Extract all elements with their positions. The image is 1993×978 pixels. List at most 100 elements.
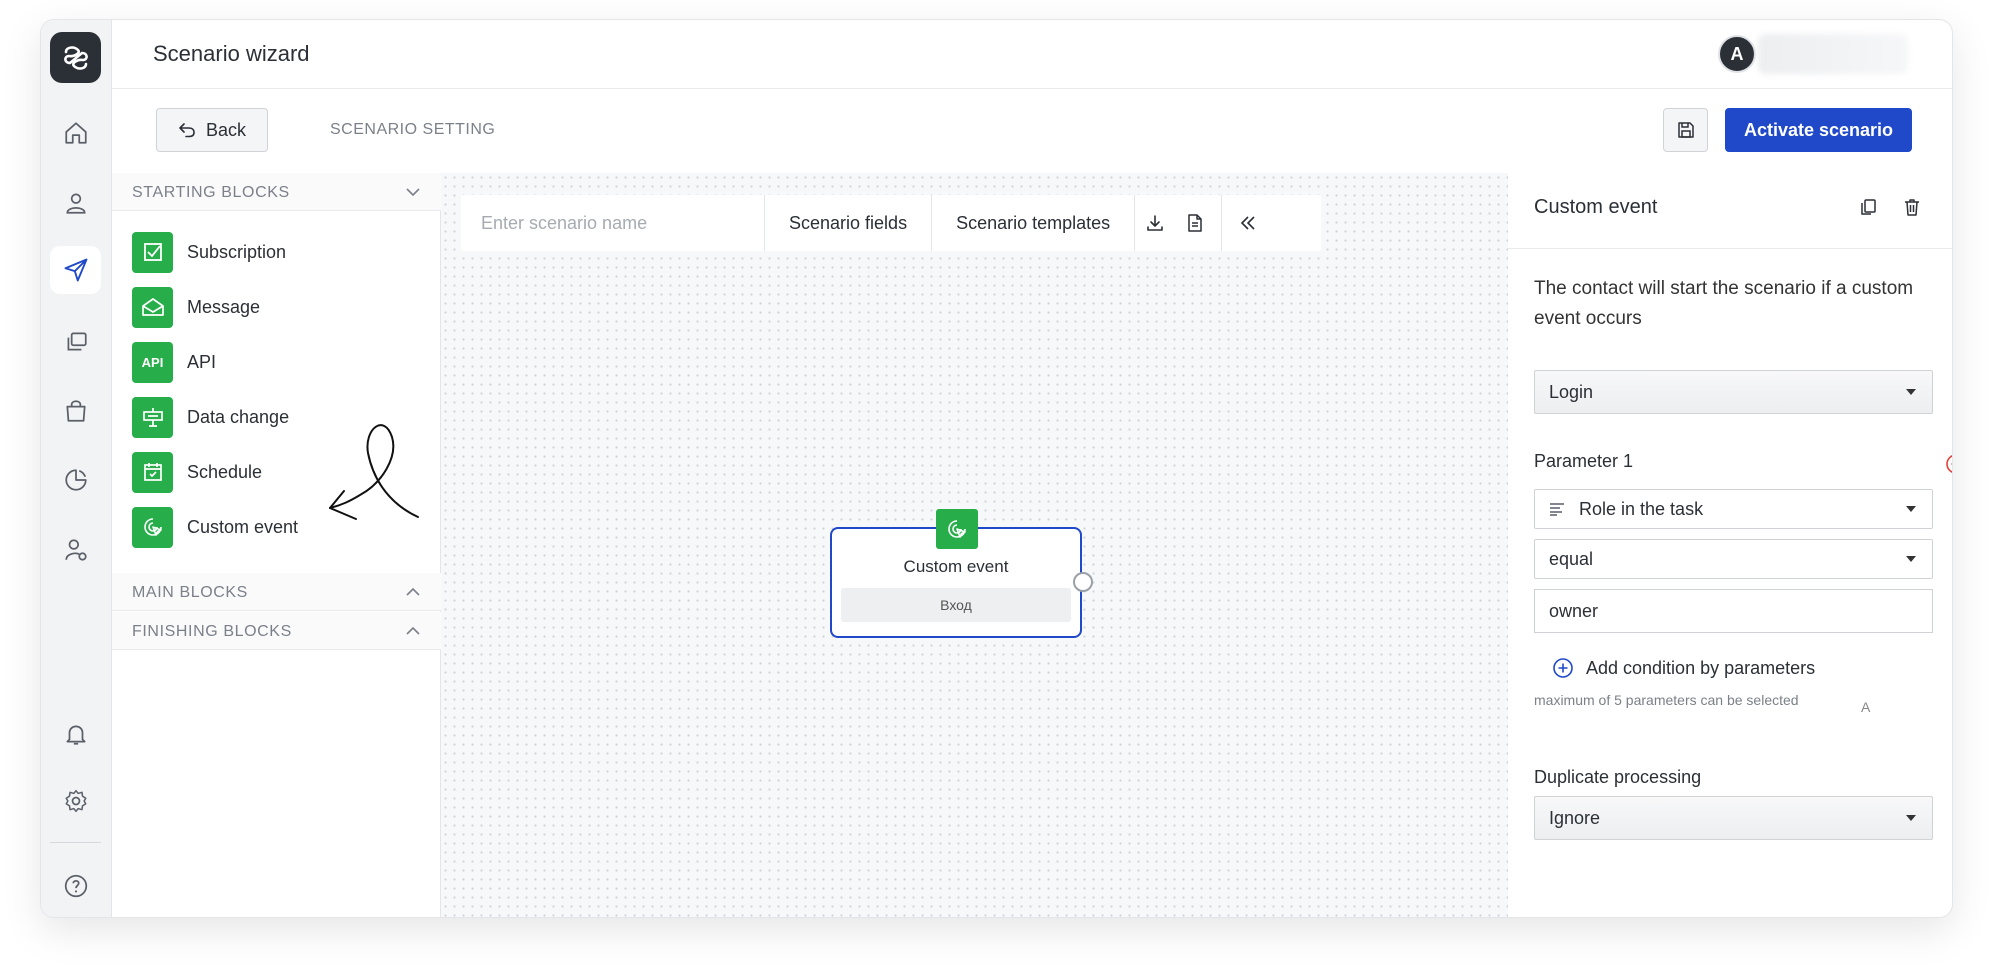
block-item-api[interactable]: API API <box>132 340 216 384</box>
back-button[interactable]: Back <box>156 108 268 152</box>
scenario-templates-button[interactable]: Scenario templates <box>932 195 1136 251</box>
starting-blocks-title: STARTING BLOCKS <box>132 184 290 201</box>
scenario-name-input[interactable] <box>461 195 765 251</box>
parameter-label: Parameter 1 <box>1534 451 1634 471</box>
block-item-label: Message <box>187 296 261 317</box>
event-select-value: Login <box>1549 381 1594 402</box>
chevron-up-icon <box>406 626 420 635</box>
cursor-click-icon <box>132 506 173 548</box>
scenario-setting-label: SCENARIO SETTING <box>330 121 496 138</box>
checkbox-icon <box>132 231 173 273</box>
block-item-data-change[interactable]: Data change <box>132 395 289 439</box>
sidebar-item-contacts[interactable] <box>50 179 101 227</box>
sidebar-divider <box>50 842 101 843</box>
copy-icon[interactable] <box>1858 197 1878 217</box>
help-icon <box>64 874 87 898</box>
bell-icon <box>65 725 86 745</box>
add-condition-label: Add condition by parameters <box>1586 657 1816 678</box>
block-item-custom-event[interactable]: Custom event <box>132 505 298 549</box>
block-item-label: Data change <box>187 406 290 427</box>
node-title: Custom event <box>903 557 1009 576</box>
back-button-label: Back <box>205 119 247 140</box>
sidebar-item-notifications[interactable] <box>50 710 101 758</box>
block-item-schedule[interactable]: Schedule <box>132 450 262 494</box>
dropdown-caret-icon <box>1906 506 1916 512</box>
sidebar-item-home[interactable] <box>50 109 101 157</box>
dropdown-caret-icon <box>1906 389 1916 395</box>
sidebar-item-settings[interactable] <box>50 777 101 825</box>
parameter-field-select[interactable]: Role in the task <box>1534 489 1933 529</box>
sidebar-item-scenarios[interactable] <box>50 246 101 294</box>
page-title: Scenario wizard <box>153 41 310 66</box>
parameter-value-text: owner <box>1549 600 1599 621</box>
pie-chart-icon <box>64 469 87 491</box>
avatar[interactable]: A <box>1718 35 1756 73</box>
block-item-label: Custom event <box>187 516 299 537</box>
custom-event-node[interactable]: Custom event Вход <box>830 509 1093 638</box>
operator-value: equal <box>1549 548 1594 569</box>
block-item-label: API <box>187 351 217 372</box>
sidebar <box>41 20 112 917</box>
finishing-blocks-title: FINISHING BLOCKS <box>132 623 292 640</box>
remove-parameter-icon[interactable] <box>1945 453 1953 475</box>
operator-select[interactable]: equal <box>1534 539 1933 579</box>
user-settings-icon <box>64 539 87 561</box>
save-button[interactable] <box>1663 108 1708 152</box>
side-letter: A <box>1861 699 1871 715</box>
dropdown-caret-icon <box>1906 815 1916 821</box>
home-icon <box>64 122 87 144</box>
block-item-label: Schedule <box>187 461 263 482</box>
gear-icon <box>64 789 87 813</box>
sidebar-item-help[interactable] <box>50 862 101 910</box>
plus-circle-icon <box>1553 658 1573 678</box>
logo-icon <box>63 45 88 70</box>
trash-icon[interactable] <box>1902 197 1922 217</box>
duplicate-processing-select[interactable]: Ignore <box>1534 796 1933 840</box>
download-icon <box>1147 215 1163 231</box>
sidebar-item-templates[interactable] <box>50 318 101 366</box>
blocks-panel: STARTING BLOCKS Subscription Message API… <box>112 173 441 917</box>
scenario-fields-button[interactable]: Scenario fields <box>765 195 933 251</box>
envelope-icon <box>132 286 173 328</box>
text-lines-icon <box>1550 503 1564 516</box>
send-icon <box>64 258 87 282</box>
save-icon <box>1677 122 1694 138</box>
dropdown-caret-icon <box>1906 556 1916 562</box>
parameters-hint: maximum of 5 parameters can be selected <box>1534 692 1799 708</box>
hand-drawn-arrow <box>329 424 419 520</box>
copy-icon <box>67 332 87 351</box>
calendar-icon <box>132 451 173 493</box>
parameter-value-field[interactable]: owner <box>1534 589 1933 633</box>
double-chevron-left-icon <box>1241 216 1255 230</box>
node-output-port[interactable] <box>1073 572 1093 592</box>
finishing-blocks-header[interactable]: FINISHING BLOCKS <box>112 612 441 650</box>
collapse-panel-button[interactable] <box>1228 195 1268 251</box>
sidebar-item-analytics[interactable] <box>50 456 101 504</box>
app-window: Scenario wizard A Back SCENARIO SETTING … <box>40 19 1953 918</box>
app-logo[interactable] <box>50 32 101 83</box>
block-item-subscription[interactable]: Subscription <box>132 230 286 274</box>
main-blocks-title: MAIN BLOCKS <box>132 584 248 601</box>
main-blocks-header[interactable]: MAIN BLOCKS <box>112 573 441 611</box>
sidebar-item-shop[interactable] <box>50 387 101 435</box>
app-header: Scenario wizard A <box>112 20 1952 89</box>
cursor-click-icon <box>936 509 978 549</box>
scenario-canvas[interactable]: Scenario fields Scenario templates Custo… <box>441 173 1508 917</box>
properties-title: Custom event <box>1534 196 1658 218</box>
download-button[interactable] <box>1135 195 1175 251</box>
node-input-label: Вход <box>841 588 1071 622</box>
event-select[interactable]: Login <box>1534 370 1933 414</box>
block-item-message[interactable]: Message <box>132 285 260 329</box>
properties-header: Custom event <box>1508 173 1952 249</box>
parameter-field-value: Role in the task <box>1579 498 1704 519</box>
trigger-description: The contact will start the scenario if a… <box>1534 278 1914 329</box>
properties-panel: Custom event The contact will start the … <box>1508 173 1952 917</box>
sidebar-item-users-settings[interactable] <box>50 526 101 574</box>
chevron-down-icon <box>406 188 420 197</box>
toolbar-divider <box>1221 195 1223 251</box>
add-condition-button[interactable]: Add condition by parameters <box>1552 657 1815 679</box>
document-icon <box>1188 214 1202 232</box>
starting-blocks-header[interactable]: STARTING BLOCKS <box>112 173 441 211</box>
document-button[interactable] <box>1175 195 1215 251</box>
activate-scenario-button[interactable]: Activate scenario <box>1725 108 1912 152</box>
